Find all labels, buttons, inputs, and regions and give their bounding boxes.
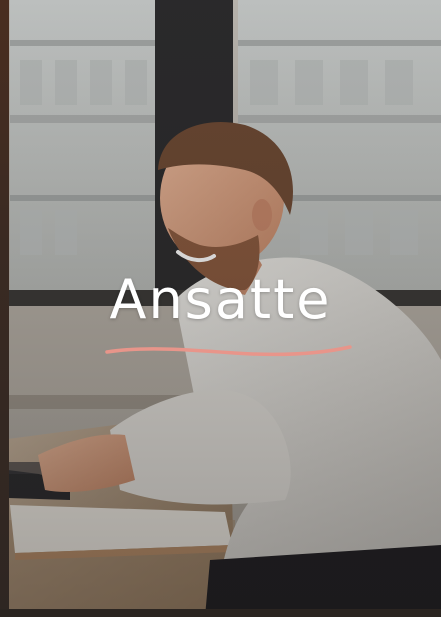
bottom-edge-strip xyxy=(0,609,441,617)
hero-title: Ansatte xyxy=(109,268,332,331)
title-underline-swoosh xyxy=(105,345,352,357)
hero-card[interactable]: Ansatte xyxy=(0,0,441,617)
